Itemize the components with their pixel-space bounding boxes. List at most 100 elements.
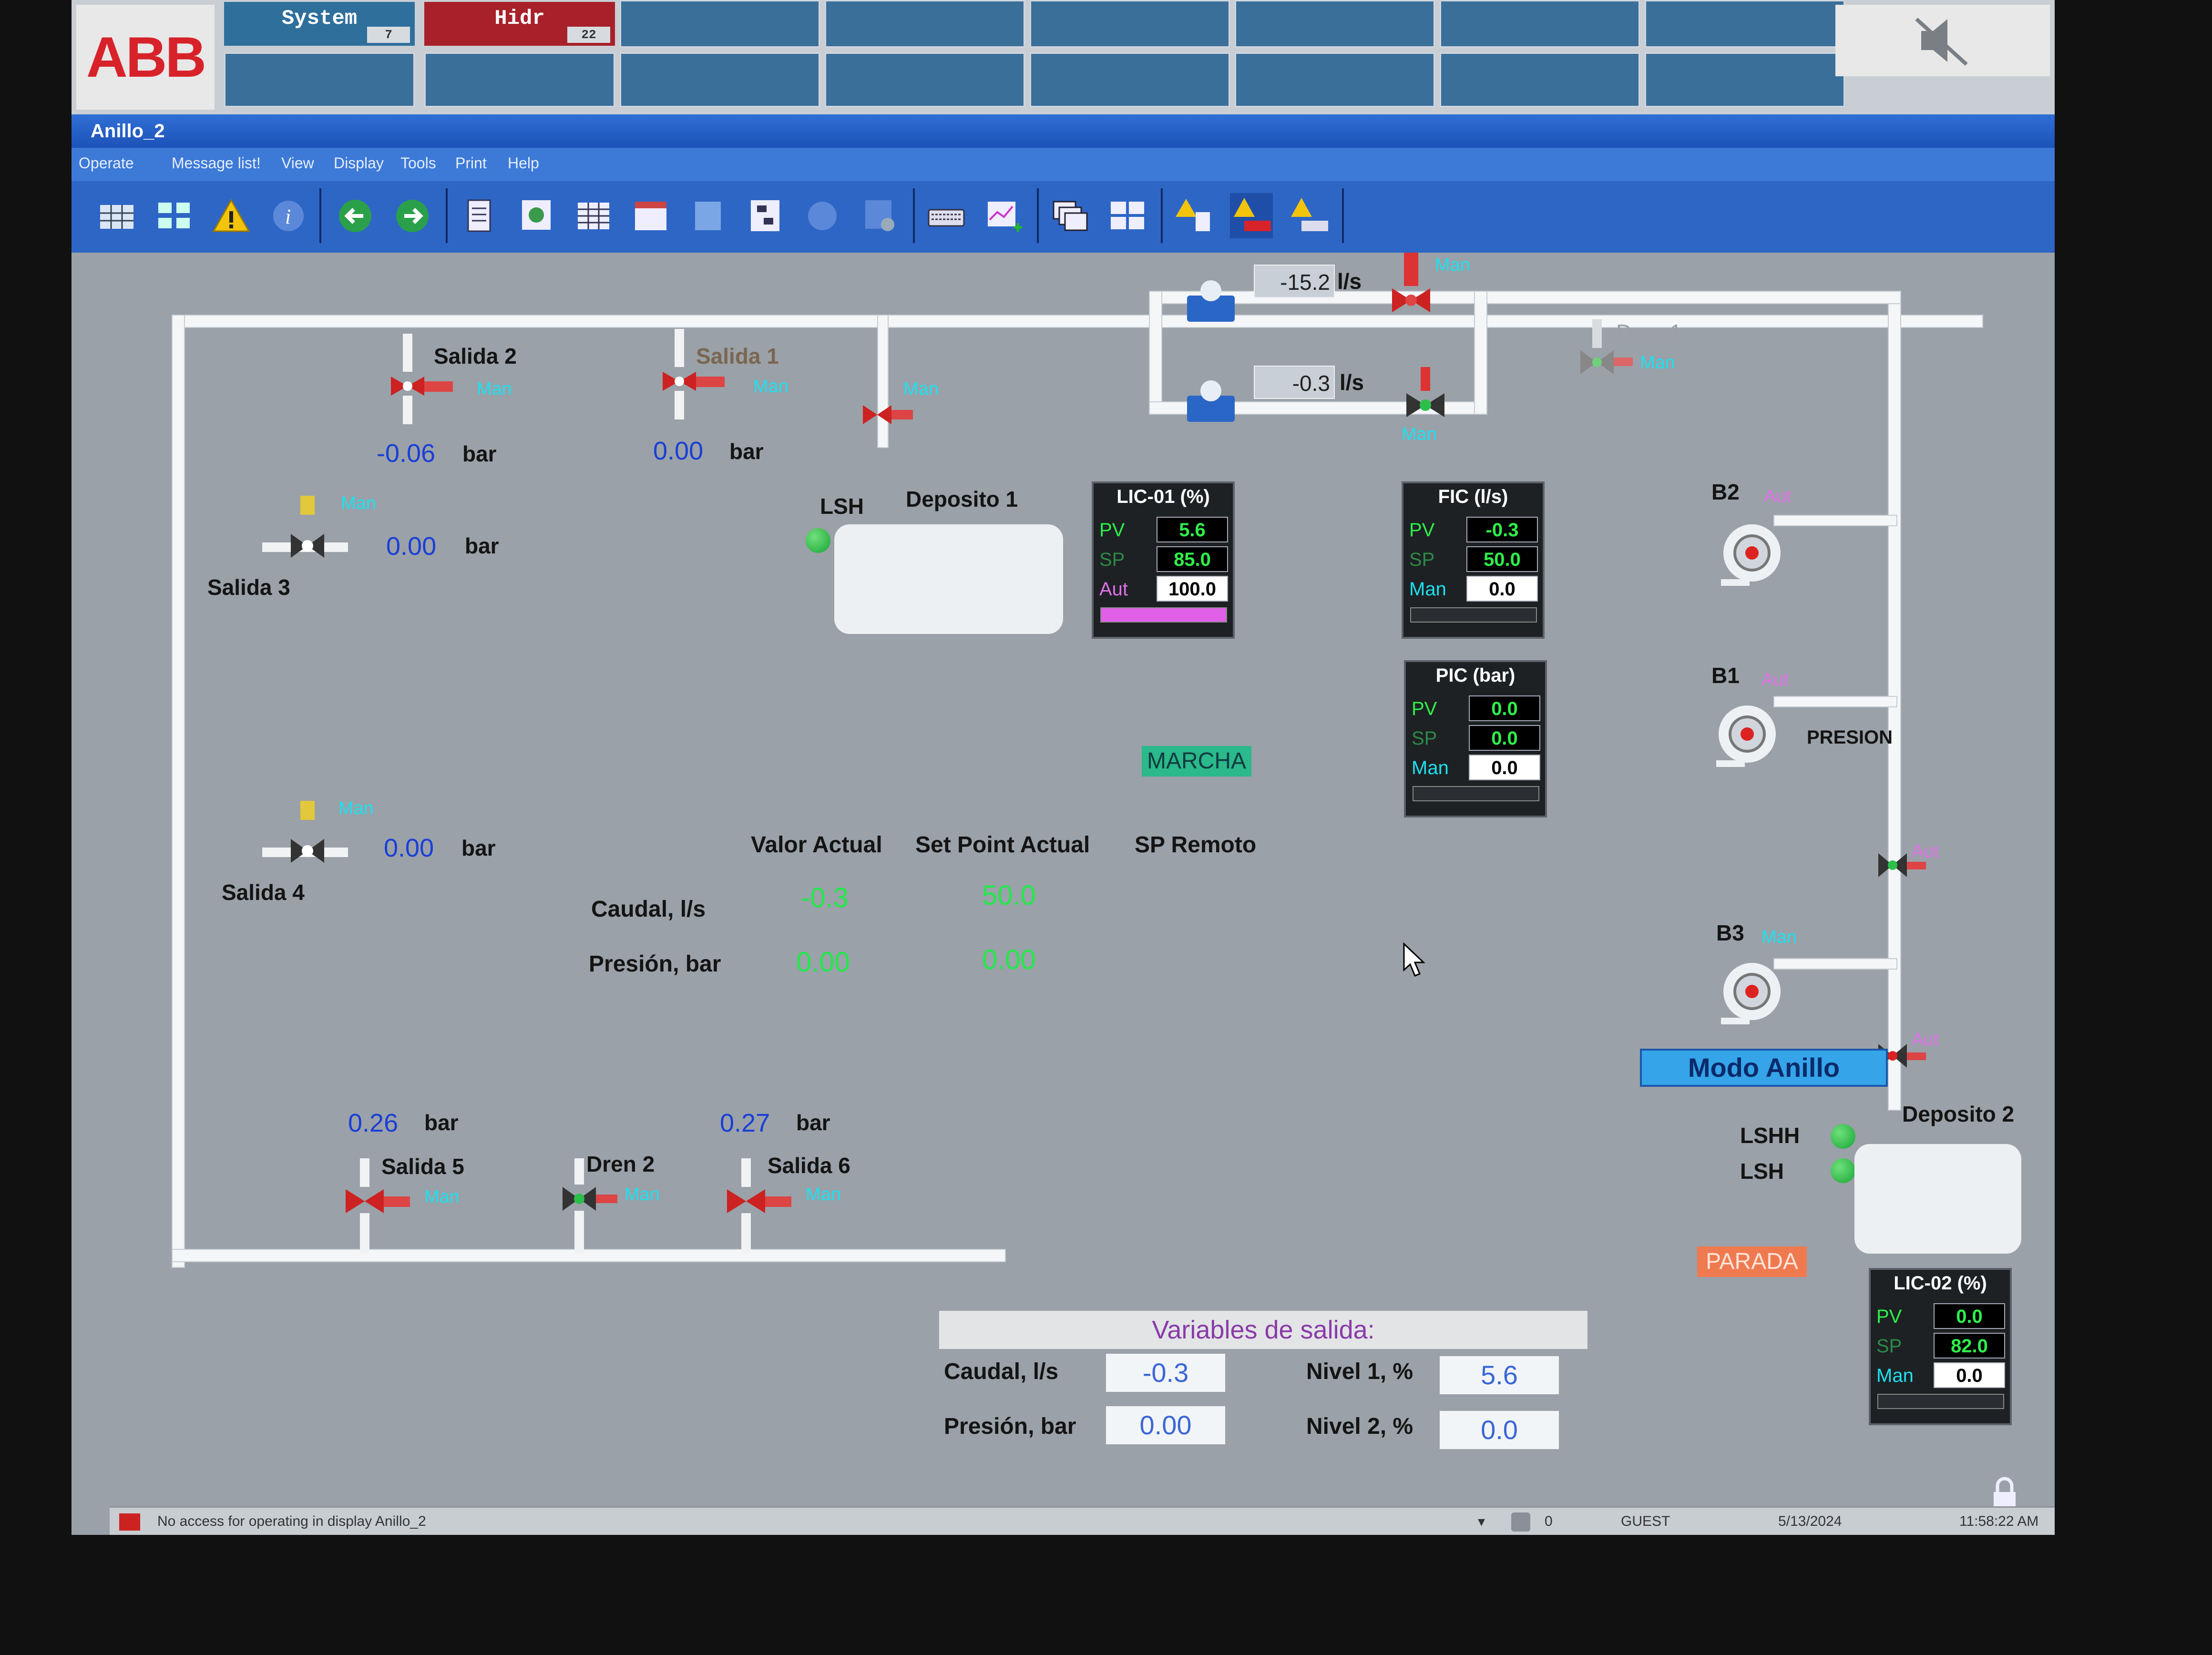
menu-operate[interactable]: Operate xyxy=(79,154,134,172)
deposito1-tank[interactable] xyxy=(834,524,1063,634)
pv-label: PV xyxy=(1409,520,1435,541)
flow-bottom-control-valve-icon[interactable] xyxy=(1402,367,1449,424)
alarm-active-icon[interactable] xyxy=(1230,193,1273,238)
alarm-slot[interactable] xyxy=(825,0,1025,48)
output-value[interactable]: 0.0 xyxy=(1469,755,1540,780)
menu-tools[interactable]: Tools xyxy=(400,154,436,172)
alarm-slot[interactable] xyxy=(424,52,615,107)
mode-label: Man xyxy=(1876,1365,1914,1386)
warning-icon[interactable] xyxy=(210,193,253,238)
alarm-ack-icon[interactable] xyxy=(1287,193,1330,238)
alarm-slot[interactable] xyxy=(224,52,415,107)
salida5-unit: bar xyxy=(424,1110,459,1135)
salida3-valve-icon[interactable] xyxy=(262,486,348,562)
alarm-slot[interactable] xyxy=(1440,0,1640,48)
summary-flow-setpoint[interactable]: 50.0 xyxy=(982,879,1036,911)
toolbar-separator xyxy=(913,188,915,243)
alarm-slot[interactable] xyxy=(1235,52,1435,107)
sp-value[interactable]: 50.0 xyxy=(1466,546,1538,572)
summary-col-setpoint: Set Point Actual xyxy=(915,832,1090,858)
document-icon[interactable] xyxy=(458,193,501,238)
salida3-pressure: 0.00 xyxy=(386,532,437,561)
alarm-slot[interactable] xyxy=(1235,0,1435,48)
salida1-valve-icon[interactable] xyxy=(653,329,734,419)
menu-print[interactable]: Print xyxy=(455,154,487,172)
alarm-slot[interactable] xyxy=(1645,0,1845,48)
svg-text:i: i xyxy=(285,205,291,228)
flowchart-icon[interactable] xyxy=(744,193,787,238)
menu-help[interactable]: Help xyxy=(508,154,539,172)
sp-value[interactable]: 85.0 xyxy=(1157,546,1228,572)
faceplate-fic[interactable]: FIC (l/s) PV -0.3 SP 50.0 Man 0.0 xyxy=(1402,481,1545,639)
alarm-slot[interactable] xyxy=(620,52,820,107)
deposito2-lsh-label: LSH xyxy=(1740,1159,1784,1184)
forward-arrow-icon[interactable] xyxy=(391,193,434,238)
output-flow-label: Caudal, l/s xyxy=(944,1359,1059,1384)
faceplate-lic02[interactable]: LIC-02 (%) PV 0.0 SP 82.0 Man 0.0 xyxy=(1869,1268,2012,1425)
salida1-mode: Man xyxy=(753,377,789,397)
notes-icon[interactable] xyxy=(686,193,729,238)
sp-label: SP xyxy=(1412,728,1437,749)
alarm-list-icon[interactable] xyxy=(1173,193,1216,238)
faceplate-lic01[interactable]: LIC-01 (%) PV 5.6 SP 85.0 Aut 100.0 xyxy=(1092,481,1235,639)
output-bar-fill xyxy=(1101,608,1226,622)
menu-message-list[interactable]: Message list! xyxy=(172,154,261,172)
deposito2-lshh-indicator xyxy=(1831,1124,1855,1149)
alarm-tab-count: 7 xyxy=(367,27,410,43)
table-icon[interactable] xyxy=(572,193,615,238)
dren2-label: Dren 2 xyxy=(586,1152,655,1176)
windows-cascade-icon[interactable] xyxy=(1049,193,1092,238)
info-icon[interactable]: i xyxy=(267,193,310,238)
sp-value[interactable]: 0.0 xyxy=(1469,725,1540,751)
globe-icon[interactable] xyxy=(801,193,844,238)
output-bar-track xyxy=(1877,1394,2004,1409)
settings-icon[interactable] xyxy=(858,193,901,238)
status-marcha-badge[interactable]: MARCHA xyxy=(1142,746,1251,776)
printer-icon[interactable] xyxy=(1511,1512,1530,1532)
grid-icon[interactable] xyxy=(95,193,138,238)
trend-add-icon[interactable] xyxy=(982,193,1025,238)
pump-b1-tag: PRESION xyxy=(1807,727,1893,748)
windows-tile-icon[interactable] xyxy=(1106,193,1149,238)
alarm-slot[interactable] xyxy=(825,52,1025,107)
alarm-tab-system[interactable]: System 7 xyxy=(224,2,415,46)
output-value[interactable]: 100.0 xyxy=(1157,576,1228,602)
pump-b2-icon[interactable] xyxy=(1716,520,1788,591)
deposito1-valve-icon[interactable] xyxy=(853,396,920,443)
keyboard-icon[interactable] xyxy=(925,193,968,238)
back-arrow-icon[interactable] xyxy=(334,193,377,238)
summary-pressure-setpoint[interactable]: 0.00 xyxy=(982,944,1036,976)
faceplate-pic[interactable]: PIC (bar) PV 0.0 SP 0.0 Man 0.0 xyxy=(1404,660,1547,817)
pump-b1-icon[interactable] xyxy=(1711,701,1783,772)
output-level1-value: 5.6 xyxy=(1440,1356,1559,1394)
status-dropdown-icon[interactable]: ▾ xyxy=(1478,1513,1485,1530)
pump-b3-icon[interactable] xyxy=(1716,958,1788,1030)
menu-view[interactable]: View xyxy=(281,154,314,172)
output-variables-title: Variables de salida: xyxy=(939,1311,1587,1349)
modo-anillo-button[interactable]: Modo Anillo xyxy=(1640,1049,1888,1087)
salida6-mode: Man xyxy=(806,1185,841,1205)
sp-value[interactable]: 82.0 xyxy=(1934,1333,2005,1359)
alarm-slot[interactable] xyxy=(1645,52,1845,107)
alarm-tab-hidr[interactable]: Hidr 22 xyxy=(424,2,615,46)
salida2-mode: Man xyxy=(477,379,512,399)
salida4-valve-icon[interactable] xyxy=(262,791,348,868)
toolbar-separator xyxy=(319,188,321,243)
alarm-mute-button[interactable] xyxy=(1835,5,2050,76)
pv-value: -0.3 xyxy=(1466,517,1538,542)
output-value[interactable]: 0.0 xyxy=(1934,1362,2005,1388)
alarm-slot[interactable] xyxy=(620,0,820,48)
output-pressure-value: 0.00 xyxy=(1106,1406,1225,1444)
alarm-slot[interactable] xyxy=(1440,52,1640,107)
trend-display-icon[interactable] xyxy=(515,193,558,238)
output-value[interactable]: 0.0 xyxy=(1466,576,1538,602)
alarm-slot[interactable] xyxy=(1030,0,1230,48)
output-level2-value: 0.0 xyxy=(1440,1411,1559,1449)
alarm-slot[interactable] xyxy=(1030,52,1230,107)
status-message: No access for operating in display Anill… xyxy=(157,1513,426,1529)
calendar-icon[interactable] xyxy=(629,193,672,238)
overview-icon[interactable] xyxy=(153,193,195,238)
menu-display[interactable]: Display xyxy=(334,154,384,172)
deposito2-tank[interactable] xyxy=(1854,1144,2021,1254)
status-parada-badge[interactable]: PARADA xyxy=(1697,1246,1807,1277)
